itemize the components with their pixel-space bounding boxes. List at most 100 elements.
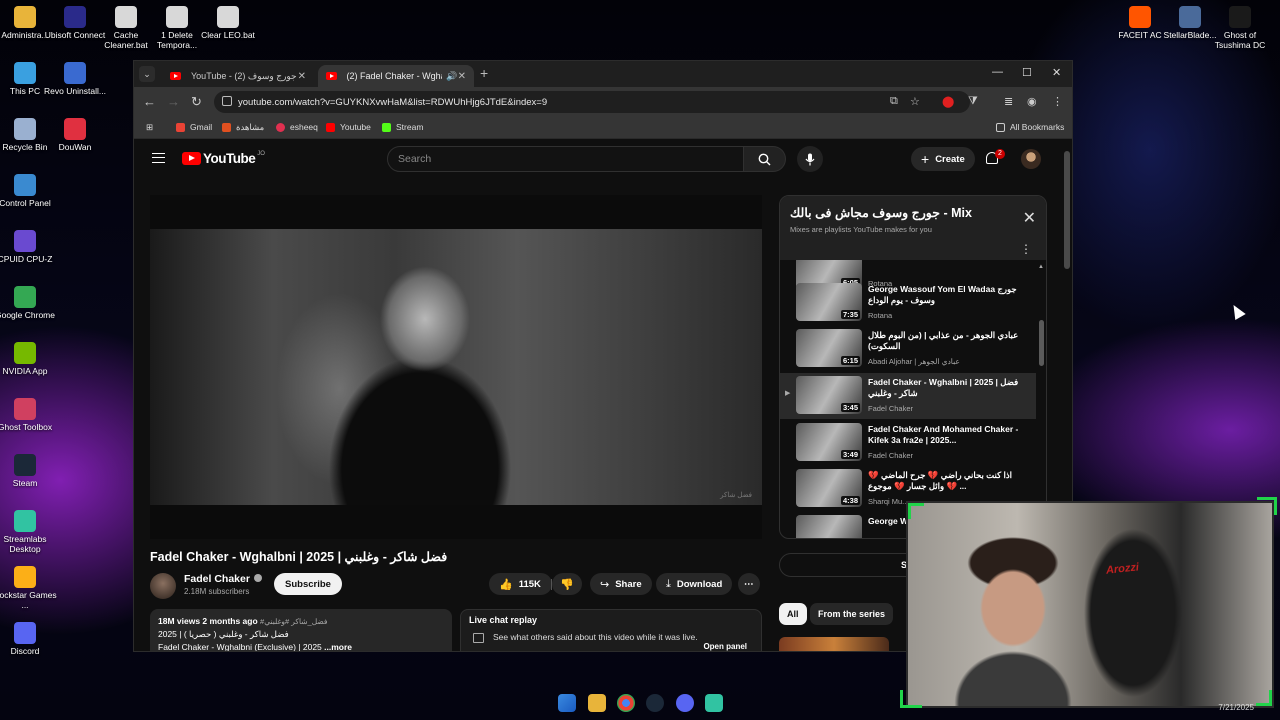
tab-fadel-chaker[interactable]: (2) Fadel Chaker - Wghalbni 🔊 ✕: [318, 65, 474, 87]
streamlabs-taskbar-icon[interactable]: [705, 694, 723, 712]
desktop-icon[interactable]: Ghost Toolbox: [0, 398, 57, 432]
desktop-icon-label: CPUID CPU-Z: [0, 254, 53, 264]
playlist-item[interactable]: 6:15 عبادي الجوهر - من عذابي | (من البوم …: [780, 326, 1036, 372]
desktop-icon[interactable]: Revo Uninstall...: [43, 62, 107, 96]
audio-icon[interactable]: 🔊: [446, 71, 457, 82]
maximize-button[interactable]: ☐: [1022, 66, 1032, 79]
open-panel-button[interactable]: Open panel: [703, 642, 747, 651]
discord-taskbar-icon[interactable]: [676, 694, 694, 712]
more-actions-button[interactable]: ⋯: [738, 573, 760, 595]
desktop-icon[interactable]: Discord: [0, 622, 57, 656]
desktop-icon-label: Revo Uninstall...: [44, 86, 106, 96]
description-hashtags[interactable]: #فضل_شاكر #وغلبني: [260, 617, 327, 626]
create-button[interactable]: + Create: [911, 147, 975, 171]
video-player[interactable]: فضل شاكر: [150, 195, 762, 539]
voice-search-button[interactable]: [797, 146, 823, 172]
bookmark-gmail[interactable]: Gmail: [176, 122, 212, 132]
start-menu-icon[interactable]: [558, 694, 576, 712]
download-button[interactable]: ⤓ Download: [656, 573, 733, 595]
opera-extension-icon[interactable]: ⬤: [942, 95, 954, 108]
bookmark-esheeq[interactable]: esheeq: [276, 122, 318, 132]
scrollbar-thumb[interactable]: [1039, 320, 1044, 366]
dislike-button[interactable]: 👎: [552, 573, 582, 595]
scrollbar-thumb[interactable]: [1064, 151, 1070, 269]
bookmark-watch[interactable]: مشاهدة: [222, 122, 264, 133]
search-button[interactable]: [744, 146, 786, 172]
close-tab-icon[interactable]: ✕: [458, 71, 466, 82]
folder-icon: [996, 122, 1005, 132]
channel-name-text: Fadel Chaker: [184, 573, 250, 585]
close-playlist-icon[interactable]: ✕: [1023, 208, 1036, 228]
faceit-icon: [1129, 6, 1151, 28]
playlist-thumbnail[interactable]: 6:15: [796, 329, 862, 367]
media-control-icon[interactable]: ≣: [1004, 95, 1013, 108]
back-button[interactable]: ←: [143, 94, 156, 109]
file-explorer-icon[interactable]: [588, 694, 606, 712]
channel-avatar[interactable]: [150, 573, 176, 599]
video-description[interactable]: 18M views 2 months ago #فضل_شاكر #وغلبني…: [150, 609, 452, 651]
bat-file-icon: [217, 6, 239, 28]
bookmark-star-icon[interactable]: ☆: [910, 95, 920, 108]
desktop-icon[interactable]: Clear LEO.bat: [196, 6, 260, 40]
playlist-thumbnail[interactable]: 3:45: [796, 376, 862, 414]
playlist-thumbnail[interactable]: 4:38: [796, 469, 862, 507]
desktop-icon-label: Ghost of Tsushima DC: [1214, 30, 1266, 50]
desktop-icon[interactable]: CPUID CPU-Z: [0, 230, 57, 264]
recommended-video-thumbnail[interactable]: [779, 637, 889, 651]
playlist-item-title[interactable]: عبادي الجوهر - من عذابي | (من البوم طلال…: [868, 330, 1028, 352]
forward-button[interactable]: →: [167, 94, 180, 109]
extensions-icon[interactable]: ⧩: [968, 95, 978, 108]
chrome-taskbar-icon[interactable]: [617, 694, 635, 712]
playlist-thumbnail[interactable]: [796, 515, 862, 538]
bookmark-stream[interactable]: Stream: [382, 122, 423, 132]
steam-taskbar-icon[interactable]: [646, 694, 664, 712]
minimize-button[interactable]: —: [992, 66, 1003, 78]
desktop-icon[interactable]: Streamlabs Desktop: [0, 510, 57, 554]
new-tab-button[interactable]: +: [480, 65, 488, 81]
address-bar[interactable]: youtube.com/watch?v=GUYKNXvwHaM&list=RDW…: [214, 91, 970, 113]
more-link[interactable]: ...more: [324, 642, 352, 651]
close-tab-icon[interactable]: ✕: [298, 71, 306, 82]
playlist-item[interactable]: 3:49 Fadel Chaker And Mohamed Chaker - Ki…: [780, 420, 1036, 466]
reload-button[interactable]: ↻: [191, 94, 202, 110]
profile-icon[interactable]: ◉: [1027, 95, 1037, 108]
like-button[interactable]: 👍 115K: [489, 573, 552, 595]
bookmark-youtube[interactable]: Youtube: [326, 122, 371, 132]
chip-all[interactable]: All: [779, 603, 807, 625]
playlist-thumbnail[interactable]: 3:49: [796, 423, 862, 461]
youtube-logo[interactable]: YouTube JO: [182, 151, 265, 166]
desktop-icon[interactable]: NVIDIA App: [0, 342, 57, 376]
desktop-icon[interactable]: Google Chrome: [0, 286, 57, 320]
scroll-up-icon[interactable]: ▲: [1038, 264, 1044, 270]
desktop-icon[interactable]: Steam: [0, 454, 57, 488]
tab-search-button[interactable]: ⌄: [139, 66, 155, 82]
playlist-thumbnail[interactable]: 7:35: [796, 283, 862, 321]
playlist-scrollbar[interactable]: ▲: [1038, 264, 1044, 536]
playlist-item-title[interactable]: Fadel Chaker - Wghalbni | 2025 | فضل شاك…: [868, 377, 1028, 399]
desktop-icon[interactable]: Control Panel: [0, 174, 57, 208]
site-info-icon[interactable]: [222, 96, 232, 106]
desktop-icon[interactable]: Ghost of Tsushima DC: [1208, 6, 1272, 50]
tab-youtube-george[interactable]: YouTube - جورج وسوف (2) ✕: [162, 65, 314, 87]
playlist-item[interactable]: 7:35 George Wassouf Yom El Wadaa جورج وسو…: [780, 280, 1036, 326]
playlist-menu-icon[interactable]: ⋮: [1020, 242, 1032, 256]
desktop-icon[interactable]: Rockstar Games ...: [0, 566, 57, 610]
user-avatar[interactable]: [1021, 149, 1041, 169]
playlist-item-title[interactable]: اذا كنت بحاني راضي 💔 جرح الماضي 💔 وائل ج…: [868, 470, 1028, 492]
playlist-item-title[interactable]: George Wassouf Yom El Wadaa جورج وسوف - …: [868, 284, 1028, 306]
desktop-icon[interactable]: DouWan: [43, 118, 107, 152]
playlist-title[interactable]: جورج وسوف مجاش فى بالك - Mix: [790, 205, 972, 220]
chip-from-the-series[interactable]: From the series: [810, 603, 894, 625]
close-window-button[interactable]: ✕: [1052, 66, 1061, 79]
install-app-icon[interactable]: ⧉: [890, 95, 898, 108]
chrome-menu-icon[interactable]: ⋮: [1052, 95, 1063, 108]
channel-name[interactable]: Fadel Chaker: [184, 573, 262, 585]
share-button[interactable]: ↪ Share: [590, 573, 652, 595]
all-bookmarks[interactable]: All Bookmarks: [996, 122, 1064, 132]
hamburger-menu-icon[interactable]: [152, 153, 165, 163]
search-input[interactable]: Search: [387, 146, 744, 172]
playlist-item[interactable]: ▶ 3:45 Fadel Chaker - Wghalbni | 2025 | فض…: [780, 373, 1036, 419]
apps-icon[interactable]: ⊞: [146, 122, 153, 133]
playlist-item-title[interactable]: Fadel Chaker And Mohamed Chaker - Kifek …: [868, 424, 1028, 446]
subscribe-button[interactable]: Subscribe: [274, 573, 342, 595]
